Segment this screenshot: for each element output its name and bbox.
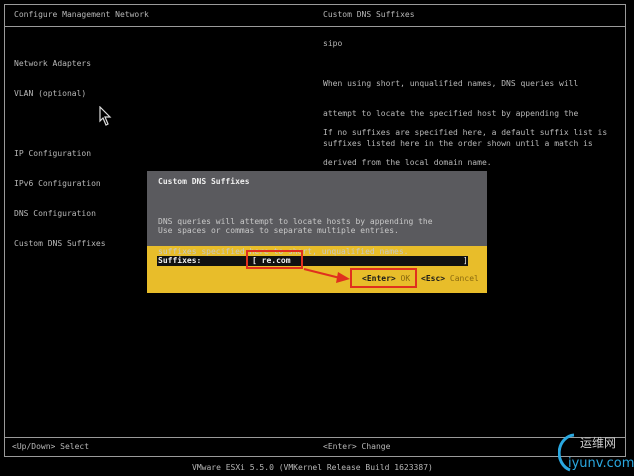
dialog-hint: Use spaces or commas to separate multipl… (158, 226, 399, 235)
watermark-cn: 运维网 (580, 436, 617, 450)
cancel-button[interactable]: <Esc> Cancel (421, 274, 479, 283)
status-bar: VMware ESXi 5.5.0 (VMKernel Release Buil… (192, 463, 433, 472)
right-panel-title: Custom DNS Suffixes (323, 10, 415, 19)
menu-item-custom-dns-suffixes[interactable]: Custom DNS Suffixes (14, 239, 106, 249)
watermark-logo: 运维网 iyunv.com (558, 432, 634, 474)
menu-item-dns-configuration[interactable]: DNS Configuration (14, 209, 106, 219)
menu-item-vlan[interactable]: VLAN (optional) (14, 89, 106, 99)
header-divider (5, 26, 625, 27)
watermark-en: iyunv.com (568, 456, 634, 471)
menu-item-network-adapters[interactable]: Network Adapters (14, 59, 106, 69)
footer-select-hint: <Up/Down> Select (12, 442, 90, 451)
menu-item-ipv6-configuration[interactable]: IPv6 Configuration (14, 179, 106, 189)
current-suffix-value: sipo (323, 39, 343, 48)
suffixes-bracket-end: ] (463, 256, 468, 265)
dialog-title: Custom DNS Suffixes (158, 177, 250, 186)
desc-line: If no suffixes are specified here, a def… (323, 128, 608, 137)
desc-line: When using short, unqualified names, DNS… (323, 79, 579, 88)
cancel-key: <Esc> (421, 274, 446, 283)
left-panel-title: Configure Management Network (14, 10, 149, 19)
mouse-cursor-icon (99, 106, 112, 126)
cancel-label: Cancel (449, 274, 479, 283)
annotation-arrow-icon (303, 268, 350, 283)
suffixes-label: Suffixes: (158, 256, 202, 265)
annotation-box-value (246, 250, 303, 269)
desc-line: derived from the local domain name. (323, 158, 492, 167)
menu-item-ip-configuration[interactable]: IP Configuration (14, 149, 106, 159)
footer-change-hint: <Enter> Change (323, 442, 391, 451)
annotation-box-ok (350, 268, 417, 288)
footer-divider (5, 437, 625, 438)
menu-list: Network Adapters VLAN (optional) IP Conf… (14, 39, 106, 259)
